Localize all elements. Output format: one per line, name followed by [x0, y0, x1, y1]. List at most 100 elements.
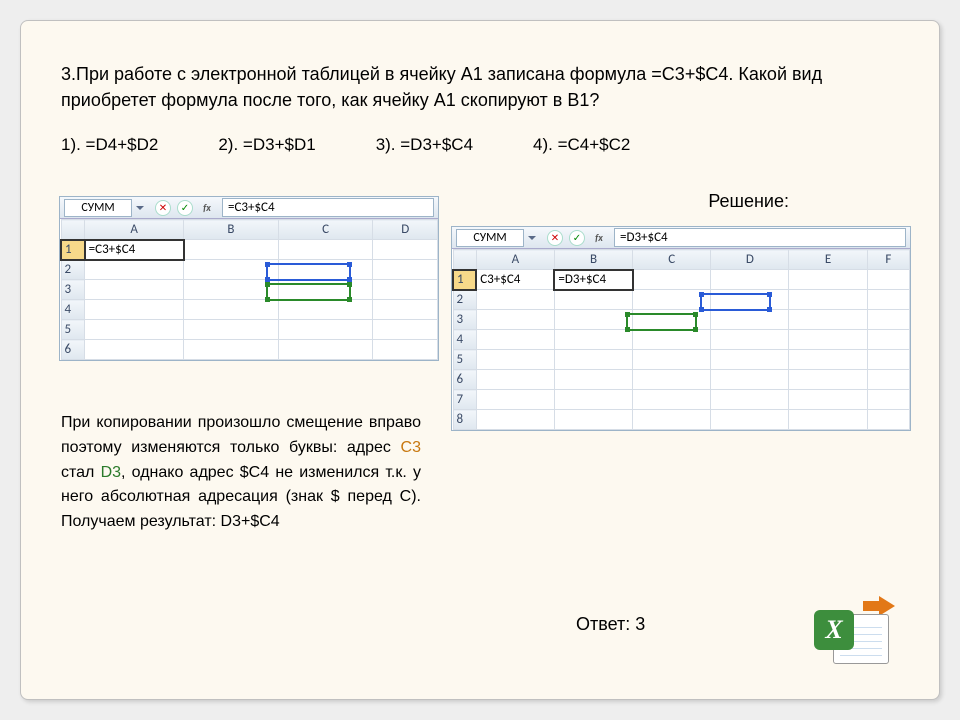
col-header[interactable]: F [867, 250, 909, 270]
cell[interactable] [711, 270, 789, 290]
row-header[interactable]: 1 [61, 240, 85, 260]
cell[interactable] [711, 310, 789, 330]
cell-A1[interactable]: =C3+$C4 [85, 240, 184, 260]
cell[interactable] [85, 260, 184, 280]
cell[interactable] [867, 330, 909, 350]
col-header[interactable]: A [85, 220, 184, 240]
cancel-icon[interactable]: ✕ [547, 230, 563, 246]
spreadsheet-grid[interactable]: A B C D 1=C3+$C4 2 3 4 5 6 [60, 219, 438, 360]
row-header[interactable]: 8 [453, 410, 476, 430]
cell[interactable] [85, 320, 184, 340]
col-header[interactable]: E [789, 250, 867, 270]
ok-icon[interactable]: ✓ [569, 230, 585, 246]
cell[interactable] [554, 310, 632, 330]
cell[interactable] [633, 390, 711, 410]
name-box[interactable]: СУММ [456, 229, 524, 247]
cell[interactable] [789, 290, 867, 310]
cell[interactable] [867, 370, 909, 390]
cell[interactable] [789, 350, 867, 370]
cell[interactable] [554, 350, 632, 370]
cell-B1[interactable]: =D3+$C4 [554, 270, 632, 290]
col-header[interactable]: C [633, 250, 711, 270]
col-header[interactable]: B [184, 220, 279, 240]
cell[interactable] [633, 290, 711, 310]
cell[interactable] [85, 300, 184, 320]
cell[interactable] [554, 370, 632, 390]
namebox-dropdown-icon[interactable] [528, 236, 536, 240]
cell[interactable] [476, 390, 554, 410]
cell[interactable] [476, 370, 554, 390]
cell[interactable] [278, 240, 373, 260]
cell[interactable] [184, 240, 279, 260]
col-header[interactable]: D [373, 220, 438, 240]
cell[interactable] [711, 390, 789, 410]
row-header[interactable]: 4 [453, 330, 476, 350]
formula-input[interactable]: =D3+$C4 [614, 228, 906, 247]
col-header[interactable]: B [554, 250, 632, 270]
cell[interactable] [633, 370, 711, 390]
cell[interactable] [633, 410, 711, 430]
cell[interactable] [633, 270, 711, 290]
cell[interactable] [867, 350, 909, 370]
cell[interactable] [184, 280, 279, 300]
col-header[interactable]: A [476, 250, 554, 270]
cancel-icon[interactable]: ✕ [155, 200, 171, 216]
cell[interactable] [85, 340, 184, 360]
row-header[interactable]: 3 [453, 310, 476, 330]
col-header[interactable]: C [278, 220, 373, 240]
cell[interactable] [867, 410, 909, 430]
row-header[interactable]: 4 [61, 300, 85, 320]
cell[interactable] [278, 340, 373, 360]
cell[interactable] [711, 410, 789, 430]
cell[interactable] [711, 330, 789, 350]
row-header[interactable]: 2 [61, 260, 85, 280]
cell[interactable] [373, 260, 438, 280]
cell[interactable] [789, 370, 867, 390]
row-header[interactable]: 2 [453, 290, 476, 310]
cell[interactable] [633, 350, 711, 370]
cell[interactable] [278, 320, 373, 340]
cell[interactable] [476, 410, 554, 430]
fx-icon[interactable]: fx [591, 230, 607, 246]
namebox-dropdown-icon[interactable] [136, 206, 144, 210]
cell[interactable] [476, 290, 554, 310]
row-header[interactable]: 1 [453, 270, 476, 290]
cell[interactable] [85, 280, 184, 300]
cell[interactable] [789, 390, 867, 410]
cell[interactable] [789, 410, 867, 430]
cell[interactable] [711, 370, 789, 390]
cell[interactable] [184, 340, 279, 360]
fx-icon[interactable]: fx [199, 200, 215, 216]
cell[interactable] [554, 410, 632, 430]
row-header[interactable]: 5 [61, 320, 85, 340]
spreadsheet-grid[interactable]: A B C D E F 1C3+$C4=D3+$C4 2 3 4 5 6 7 8 [452, 249, 910, 430]
cell[interactable] [633, 330, 711, 350]
cell[interactable] [554, 290, 632, 310]
cell[interactable] [184, 300, 279, 320]
select-all-corner[interactable] [61, 220, 85, 240]
cell[interactable] [789, 330, 867, 350]
cell[interactable] [278, 260, 373, 280]
cell[interactable] [554, 390, 632, 410]
cell[interactable] [476, 310, 554, 330]
cell[interactable] [789, 310, 867, 330]
cell[interactable] [867, 310, 909, 330]
col-header[interactable]: D [711, 250, 789, 270]
cell[interactable] [373, 340, 438, 360]
row-header[interactable]: 5 [453, 350, 476, 370]
cell[interactable] [867, 270, 909, 290]
cell[interactable] [711, 350, 789, 370]
select-all-corner[interactable] [453, 250, 476, 270]
cell-A1[interactable]: C3+$C4 [476, 270, 554, 290]
cell[interactable] [554, 330, 632, 350]
row-header[interactable]: 6 [453, 370, 476, 390]
cell[interactable] [373, 280, 438, 300]
cell[interactable] [711, 290, 789, 310]
cell[interactable] [633, 310, 711, 330]
cell[interactable] [476, 330, 554, 350]
row-header[interactable]: 7 [453, 390, 476, 410]
cell[interactable] [867, 390, 909, 410]
name-box[interactable]: СУММ [64, 199, 132, 217]
cell[interactable] [373, 320, 438, 340]
cell[interactable] [184, 260, 279, 280]
